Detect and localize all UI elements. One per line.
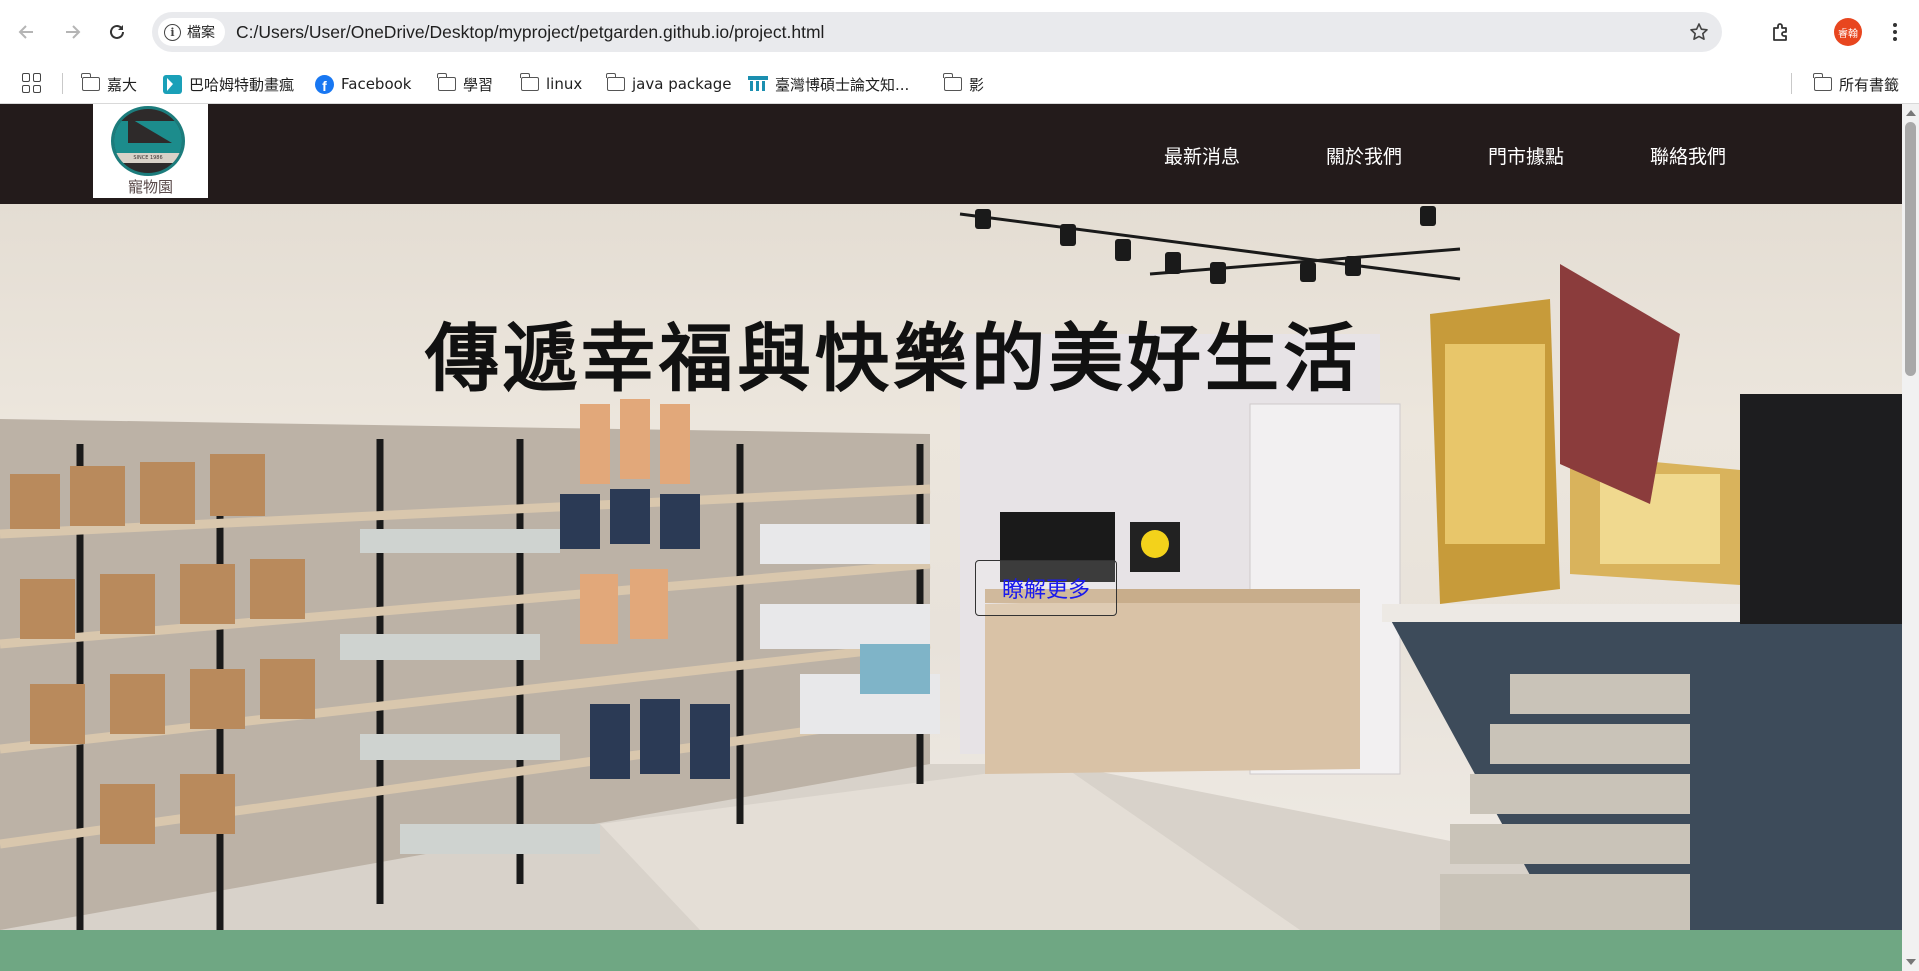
- bookmark-label: java package: [632, 75, 732, 93]
- reload-button[interactable]: [100, 15, 134, 49]
- bookmarks-bar: 嘉大 巴哈姆特動畫瘋 f Facebook 學習 linux java pack…: [0, 63, 1919, 104]
- back-button[interactable]: [10, 15, 44, 49]
- bookmark-label: linux: [546, 75, 583, 93]
- info-icon: i: [164, 23, 181, 41]
- shark-logo-icon: SINCE 1986: [111, 106, 185, 176]
- bookmark-item[interactable]: 影: [943, 72, 985, 96]
- bookmark-item[interactable]: 臺灣博碩士論文知...: [748, 72, 909, 96]
- hero-title: 傳遞幸福與快樂的美好生活: [425, 316, 1361, 402]
- kebab-menu-icon: [1893, 23, 1897, 41]
- browser-toolbar: i 檔案 C:/Users/User/OneDrive/Desktop/mypr…: [0, 0, 1919, 63]
- facebook-icon: f: [315, 74, 334, 94]
- extensions-icon: [1773, 23, 1787, 41]
- bookmark-label: Facebook: [341, 75, 412, 93]
- site-info-chip[interactable]: i 檔案: [158, 18, 225, 46]
- learn-more-button[interactable]: 瞭解更多: [975, 560, 1117, 616]
- bookmark-star-button[interactable]: [1686, 19, 1712, 45]
- bookmark-label: 嘉大: [107, 75, 138, 94]
- folder-icon: [943, 73, 962, 91]
- bookmark-label: 臺灣博碩士論文知...: [775, 75, 910, 94]
- logo-text: 寵物園: [127, 178, 173, 196]
- bookmark-item[interactable]: 巴哈姆特動畫瘋: [163, 72, 294, 96]
- bookmark-item[interactable]: 學習: [437, 72, 494, 96]
- forward-arrow-icon: [66, 25, 81, 39]
- folder-icon: [81, 73, 100, 91]
- web-page: SINCE 1986 寵物園 最新消息 關於我們 門市據點 聯絡我們 傳遞幸福與…: [0, 104, 1902, 971]
- scroll-up-arrow-icon[interactable]: [1906, 110, 1916, 116]
- bookmark-item[interactable]: 嘉大: [81, 72, 138, 96]
- scrollbar-thumb[interactable]: [1905, 122, 1916, 376]
- site-chip-label: 檔案: [187, 25, 215, 41]
- url-text[interactable]: C:/Users/User/OneDrive/Desktop/myproject…: [236, 22, 824, 43]
- folder-icon: [437, 73, 456, 91]
- site-header: SINCE 1986 寵物園 最新消息 關於我們 門市據點 聯絡我們: [0, 104, 1902, 204]
- apps-grid-icon[interactable]: [22, 73, 42, 93]
- logo-badge-text: SINCE 1986: [114, 153, 182, 163]
- nav-item-news[interactable]: 最新消息: [1164, 142, 1240, 169]
- hero-banner: 傳遞幸福與快樂的美好生活 瞭解更多: [0, 204, 1902, 930]
- page-scrollbar[interactable]: [1902, 104, 1919, 971]
- bookmark-label: 影: [969, 75, 985, 94]
- all-bookmarks-label: 所有書籤: [1839, 75, 1900, 94]
- ndltd-icon: [748, 76, 768, 92]
- bookmarks-separator: [62, 73, 63, 94]
- bookmarks-separator: [1791, 73, 1792, 94]
- reload-icon: [110, 24, 124, 39]
- nav-item-stores[interactable]: 門市據點: [1488, 142, 1564, 169]
- forward-button[interactable]: [55, 15, 89, 49]
- bookmark-item[interactable]: f Facebook: [315, 72, 411, 96]
- extensions-button[interactable]: [1764, 15, 1798, 49]
- profile-avatar[interactable]: 睿翰: [1834, 18, 1862, 46]
- next-section-band: [0, 930, 1902, 971]
- bookmark-label: 巴哈姆特動畫瘋: [189, 75, 295, 94]
- bahamut-icon: [163, 74, 182, 94]
- scroll-down-arrow-icon[interactable]: [1906, 959, 1916, 965]
- all-bookmarks-button[interactable]: 所有書籤: [1813, 72, 1900, 96]
- folder-icon: [1813, 73, 1832, 91]
- folder-icon: [520, 73, 539, 91]
- address-bar[interactable]: i 檔案 C:/Users/User/OneDrive/Desktop/mypr…: [152, 12, 1722, 52]
- star-icon: [1690, 23, 1708, 40]
- bookmark-label: 學習: [463, 75, 494, 94]
- bookmark-item[interactable]: java package: [606, 72, 732, 96]
- folder-icon: [606, 73, 625, 91]
- site-logo[interactable]: SINCE 1986 寵物園: [93, 104, 208, 198]
- back-arrow-icon: [18, 25, 33, 39]
- nav-item-contact[interactable]: 聯絡我們: [1650, 142, 1726, 169]
- browser-menu-button[interactable]: [1878, 15, 1912, 49]
- nav-item-about[interactable]: 關於我們: [1326, 142, 1402, 169]
- bookmark-item[interactable]: linux: [520, 72, 583, 96]
